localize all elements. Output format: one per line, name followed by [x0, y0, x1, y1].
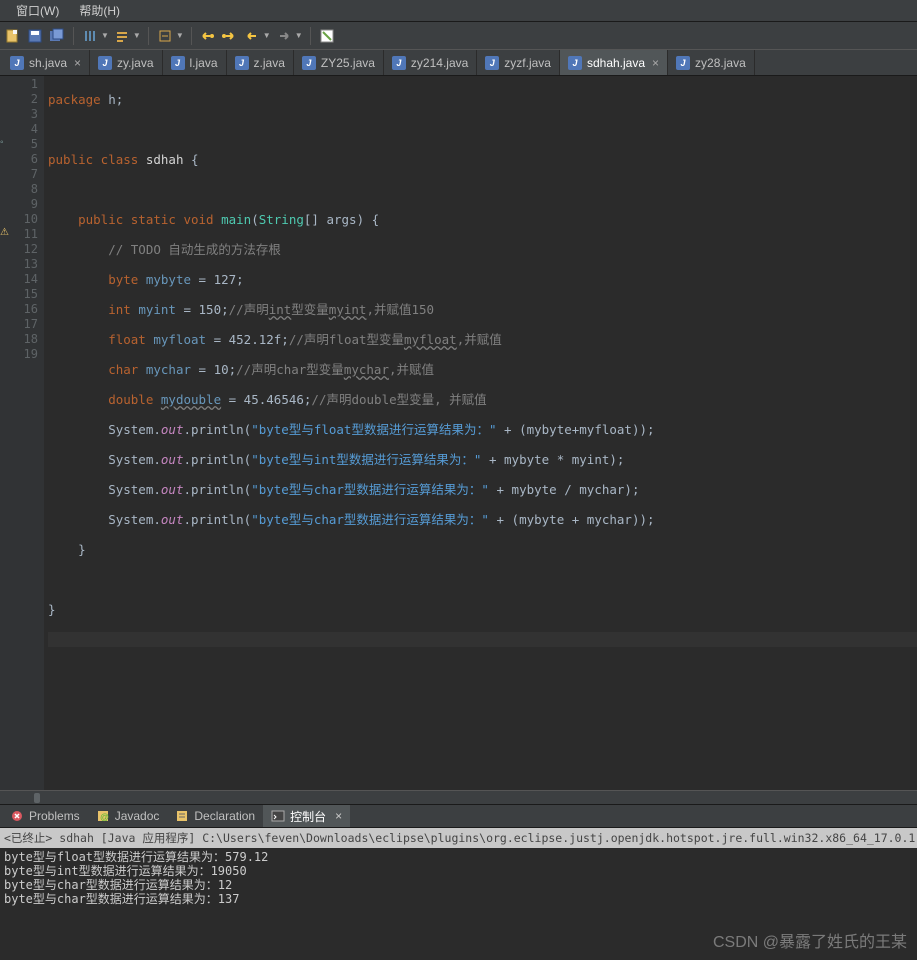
horizontal-scrollbar[interactable]	[0, 790, 917, 804]
separator	[310, 27, 311, 45]
separator	[148, 27, 149, 45]
tab-label: 控制台	[290, 808, 326, 825]
dropdown-icon[interactable]: ▼	[101, 31, 109, 40]
tab-sh[interactable]: Jsh.java ×	[2, 50, 90, 75]
paragraph-icon[interactable]	[113, 27, 131, 45]
java-file-icon: J	[676, 56, 690, 70]
toggle-mark-icon[interactable]	[81, 27, 99, 45]
java-file-icon: J	[392, 56, 406, 70]
scrollbar-thumb[interactable]	[34, 793, 40, 803]
close-icon[interactable]: ×	[652, 56, 659, 70]
tab-sdhah[interactable]: Jsdhah.java ×	[560, 50, 668, 75]
tab-label: zy28.java	[695, 56, 746, 70]
java-file-icon: J	[302, 56, 316, 70]
bottom-view-tabs: Problems @ Javadoc Declaration 控制台 ×	[0, 804, 917, 828]
dropdown-icon[interactable]: ▼	[176, 31, 184, 40]
tab-declaration[interactable]: Declaration	[167, 805, 263, 827]
tab-zyzf[interactable]: Jzyzf.java	[477, 50, 560, 75]
menu-help[interactable]: 帮助(H)	[69, 0, 130, 21]
tab-zy28[interactable]: Jzy28.java	[668, 50, 755, 75]
tab-label: zy.java	[117, 56, 153, 70]
tab-label: ZY25.java	[321, 56, 375, 70]
tab-problems[interactable]: Problems	[2, 805, 88, 827]
tab-z[interactable]: Jz.java	[227, 50, 294, 75]
java-file-icon: J	[568, 56, 582, 70]
java-file-icon: J	[235, 56, 249, 70]
new-file-icon[interactable]	[4, 27, 22, 45]
tab-javadoc[interactable]: @ Javadoc	[88, 805, 168, 827]
menu-window[interactable]: 窗口(W)	[6, 0, 69, 21]
marker-bar: ◦ ⚠	[0, 76, 14, 790]
tab-label: zy214.java	[411, 56, 468, 70]
java-file-icon: J	[10, 56, 24, 70]
close-icon[interactable]: ×	[74, 56, 81, 70]
tab-label: Javadoc	[115, 809, 160, 823]
tab-label: z.java	[254, 56, 285, 70]
menu-bar: 窗口(W) 帮助(H)	[0, 0, 917, 22]
console-view: <已终止> sdhah [Java 应用程序] C:\Users\feven\D…	[0, 828, 917, 960]
tab-label: Declaration	[194, 809, 255, 823]
declaration-icon	[175, 809, 189, 823]
tab-zy25[interactable]: J ZY25.java	[294, 50, 384, 75]
svg-text:@: @	[100, 812, 109, 822]
console-icon	[271, 809, 285, 823]
toolbar: ▼ ▼ ▼ ▼ ▼	[0, 22, 917, 50]
separator	[191, 27, 192, 45]
tab-label: Problems	[29, 809, 80, 823]
tab-zy214[interactable]: Jzy214.java	[384, 50, 477, 75]
close-icon[interactable]: ×	[335, 809, 342, 823]
dropdown-icon[interactable]: ▼	[263, 31, 271, 40]
tab-label: sh.java	[29, 56, 67, 70]
nav-back-edit-icon[interactable]	[199, 27, 217, 45]
separator	[73, 27, 74, 45]
code-area[interactable]: package h; public class sdhah { public s…	[44, 76, 917, 790]
save-icon[interactable]	[26, 27, 44, 45]
line-number-gutter: 12345678910111213141516171819	[14, 76, 44, 790]
tab-label: sdhah.java	[587, 56, 645, 70]
tab-label: l.java	[190, 56, 218, 70]
nav-forward-edit-icon[interactable]	[221, 27, 239, 45]
save-all-icon[interactable]	[48, 27, 66, 45]
editor-tab-bar: Jsh.java × Jzy.java Jl.java Jz.java J ZY25…	[0, 50, 917, 76]
tab-label: zyzf.java	[504, 56, 551, 70]
dropdown-icon[interactable]: ▼	[295, 31, 303, 40]
java-file-icon: J	[171, 56, 185, 70]
tab-l[interactable]: Jl.java	[163, 50, 227, 75]
nav-back-icon[interactable]	[243, 27, 261, 45]
tab-zy[interactable]: Jzy.java	[90, 50, 162, 75]
problems-icon	[10, 809, 24, 823]
nav-forward-icon[interactable]	[275, 27, 293, 45]
dropdown-icon[interactable]: ▼	[133, 31, 141, 40]
javadoc-icon: @	[96, 809, 110, 823]
pin-editor-icon[interactable]	[318, 27, 336, 45]
java-file-icon: J	[485, 56, 499, 70]
java-file-icon: J	[98, 56, 112, 70]
console-output[interactable]: byte型与float型数据进行运算结果为：579.12 byte型与int型数…	[0, 848, 917, 908]
tab-console[interactable]: 控制台 ×	[263, 805, 350, 827]
console-header: <已终止> sdhah [Java 应用程序] C:\Users\feven\D…	[0, 828, 917, 848]
code-editor[interactable]: ◦ ⚠ 12345678910111213141516171819 packag…	[0, 76, 917, 790]
annotation-icon[interactable]	[156, 27, 174, 45]
